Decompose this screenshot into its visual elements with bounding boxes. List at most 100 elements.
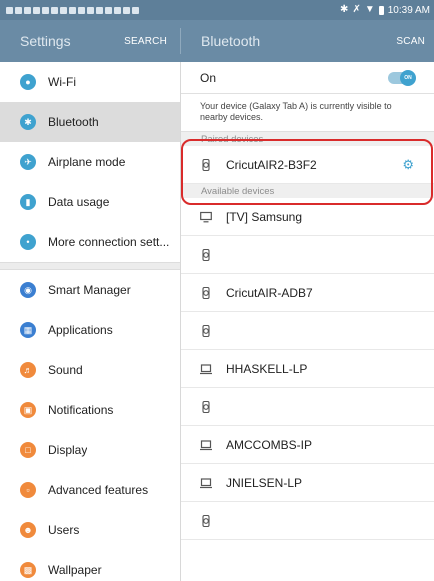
sidebar-item-label: Sound (48, 363, 83, 377)
device-name: [TV] Samsung (226, 209, 303, 224)
device-name: CricutAIR2-B3F2 (226, 157, 317, 172)
device-row[interactable] (181, 236, 434, 274)
users-icon: ☻ (20, 522, 36, 538)
sidebar-item-label: Airplane mode (48, 155, 126, 169)
sidebar-item-label: More connection sett... (48, 235, 170, 249)
sidebar-item[interactable]: ▣ Notifications (0, 390, 180, 430)
sidebar-item-label: Notifications (48, 403, 114, 417)
bluetooth-title: Bluetooth (201, 33, 261, 49)
sidebar-item-label: Users (48, 523, 80, 537)
sidebar-item-label: Wi-Fi (48, 75, 76, 89)
app-header: Settings SEARCH Bluetooth SCAN (0, 20, 434, 62)
notification-icon (42, 6, 49, 14)
smart-manager-icon: ◉ (20, 282, 36, 298)
settings-title: Settings (20, 33, 71, 49)
bluetooth-state-label: On (200, 70, 217, 85)
airplane-icon: ✈ (20, 154, 36, 170)
data-usage-icon: ▮ (20, 194, 36, 210)
watch-icon (200, 514, 212, 527)
wifi-icon: ● (20, 74, 36, 90)
wallpaper-icon: ▩ (20, 562, 36, 578)
notification-icon (132, 6, 139, 14)
paired-devices-header: Paired devices (181, 132, 434, 146)
sidebar-item[interactable]: ☻ Users (0, 510, 180, 550)
device-name: AMCCOMBS-IP (226, 437, 313, 452)
status-indicators: ✱ ✗ ▼ 10:39 AM (340, 5, 430, 16)
device-row[interactable]: HHASKELL-LP (181, 350, 434, 388)
sidebar-item-label: Bluetooth (48, 115, 99, 129)
sidebar-item-label: Smart Manager (48, 283, 131, 297)
available-devices-header: Available devices (181, 184, 434, 198)
sidebar-item-label: Data usage (48, 195, 110, 209)
available-device-list: [TV] Samsung CricutAIR-ADB7 HHASKELL-LP AMC… (181, 198, 434, 540)
watch-icon (200, 324, 212, 337)
bluetooth-icon: ✱ (20, 114, 36, 130)
bluetooth-pane: On ON Your device (Galaxy Tab A) is curr… (181, 62, 434, 581)
mute-icon: ✗ (352, 4, 361, 15)
watch-icon (200, 400, 212, 413)
tv-icon (200, 211, 212, 223)
sidebar-item[interactable]: ▫ Advanced features (0, 470, 180, 510)
toggle-knob: ON (400, 69, 416, 86)
display-icon: □ (20, 442, 36, 458)
sidebar-item[interactable]: ▮ Data usage (0, 182, 180, 222)
device-row[interactable]: [TV] Samsung (181, 198, 434, 236)
notification-icons (6, 6, 139, 14)
status-bar: ✱ ✗ ▼ 10:39 AM (0, 0, 434, 20)
applications-icon: ▦ (20, 322, 36, 338)
sidebar-item[interactable]: ◉ Smart Manager (0, 270, 180, 310)
device-row[interactable]: JNIELSEN-LP (181, 464, 434, 502)
device-row[interactable] (181, 388, 434, 426)
notification-icon (87, 6, 94, 14)
bluetooth-toggle[interactable]: ON (388, 69, 416, 86)
battery-icon (378, 5, 384, 15)
device-row[interactable] (181, 502, 434, 540)
bluetooth-header: Bluetooth SCAN (181, 20, 434, 62)
notification-icon (51, 6, 58, 14)
settings-header: Settings SEARCH (0, 28, 181, 54)
device-row[interactable]: CricutAIR-ADB7 (181, 274, 434, 312)
device-name: HHASKELL-LP (226, 361, 308, 376)
notification-icon (33, 6, 40, 14)
device-name: CricutAIR-ADB7 (226, 285, 313, 300)
gear-icon[interactable]: ⚙ (402, 158, 414, 171)
advanced-features-icon: ▫ (20, 482, 36, 498)
notification-icon (78, 6, 85, 14)
sidebar-item-label: Display (48, 443, 88, 457)
sidebar-item[interactable]: □ Display (0, 430, 180, 470)
notifications-icon: ▣ (20, 402, 36, 418)
sidebar-section-gap (0, 262, 180, 270)
device-row[interactable] (181, 312, 434, 350)
laptop-icon (200, 363, 212, 375)
sidebar-item-label: Wallpaper (48, 563, 102, 577)
device-name: JNIELSEN-LP (226, 475, 303, 490)
sidebar-item[interactable]: ✱ Bluetooth (0, 102, 180, 142)
notification-icon (69, 6, 76, 14)
sidebar-item-label: Advanced features (48, 483, 149, 497)
device-row[interactable]: AMCCOMBS-IP (181, 426, 434, 464)
watch-icon (200, 286, 212, 299)
sidebar-item[interactable]: ✈ Airplane mode (0, 142, 180, 182)
more-connections-icon: • (20, 234, 36, 250)
watch-icon (200, 248, 212, 261)
sound-icon: ♬ (20, 362, 36, 378)
notification-icon (114, 6, 121, 14)
notification-icon (105, 6, 112, 14)
sidebar-item[interactable]: ▦ Applications (0, 310, 180, 350)
paired-device-list: CricutAIR2-B3F2 ⚙ (181, 146, 434, 184)
bluetooth-icon: ✱ (340, 4, 349, 15)
notification-icon (123, 6, 130, 14)
wifi-icon: ▼ (364, 4, 375, 15)
sidebar-item[interactable]: ● Wi-Fi (0, 62, 180, 102)
device-row[interactable]: CricutAIR2-B3F2 ⚙ (181, 146, 434, 184)
visibility-note: Your device (Galaxy Tab A) is currently … (181, 94, 434, 132)
laptop-icon (200, 439, 212, 451)
bluetooth-toggle-row[interactable]: On ON (181, 62, 434, 94)
search-button[interactable]: SEARCH (124, 36, 167, 47)
scan-button[interactable]: SCAN (396, 36, 425, 47)
notification-icon (60, 6, 67, 14)
notification-icon (24, 6, 31, 14)
sidebar-item[interactable]: • More connection sett... (0, 222, 180, 262)
sidebar-item[interactable]: ▩ Wallpaper (0, 550, 180, 581)
sidebar-item[interactable]: ♬ Sound (0, 350, 180, 390)
